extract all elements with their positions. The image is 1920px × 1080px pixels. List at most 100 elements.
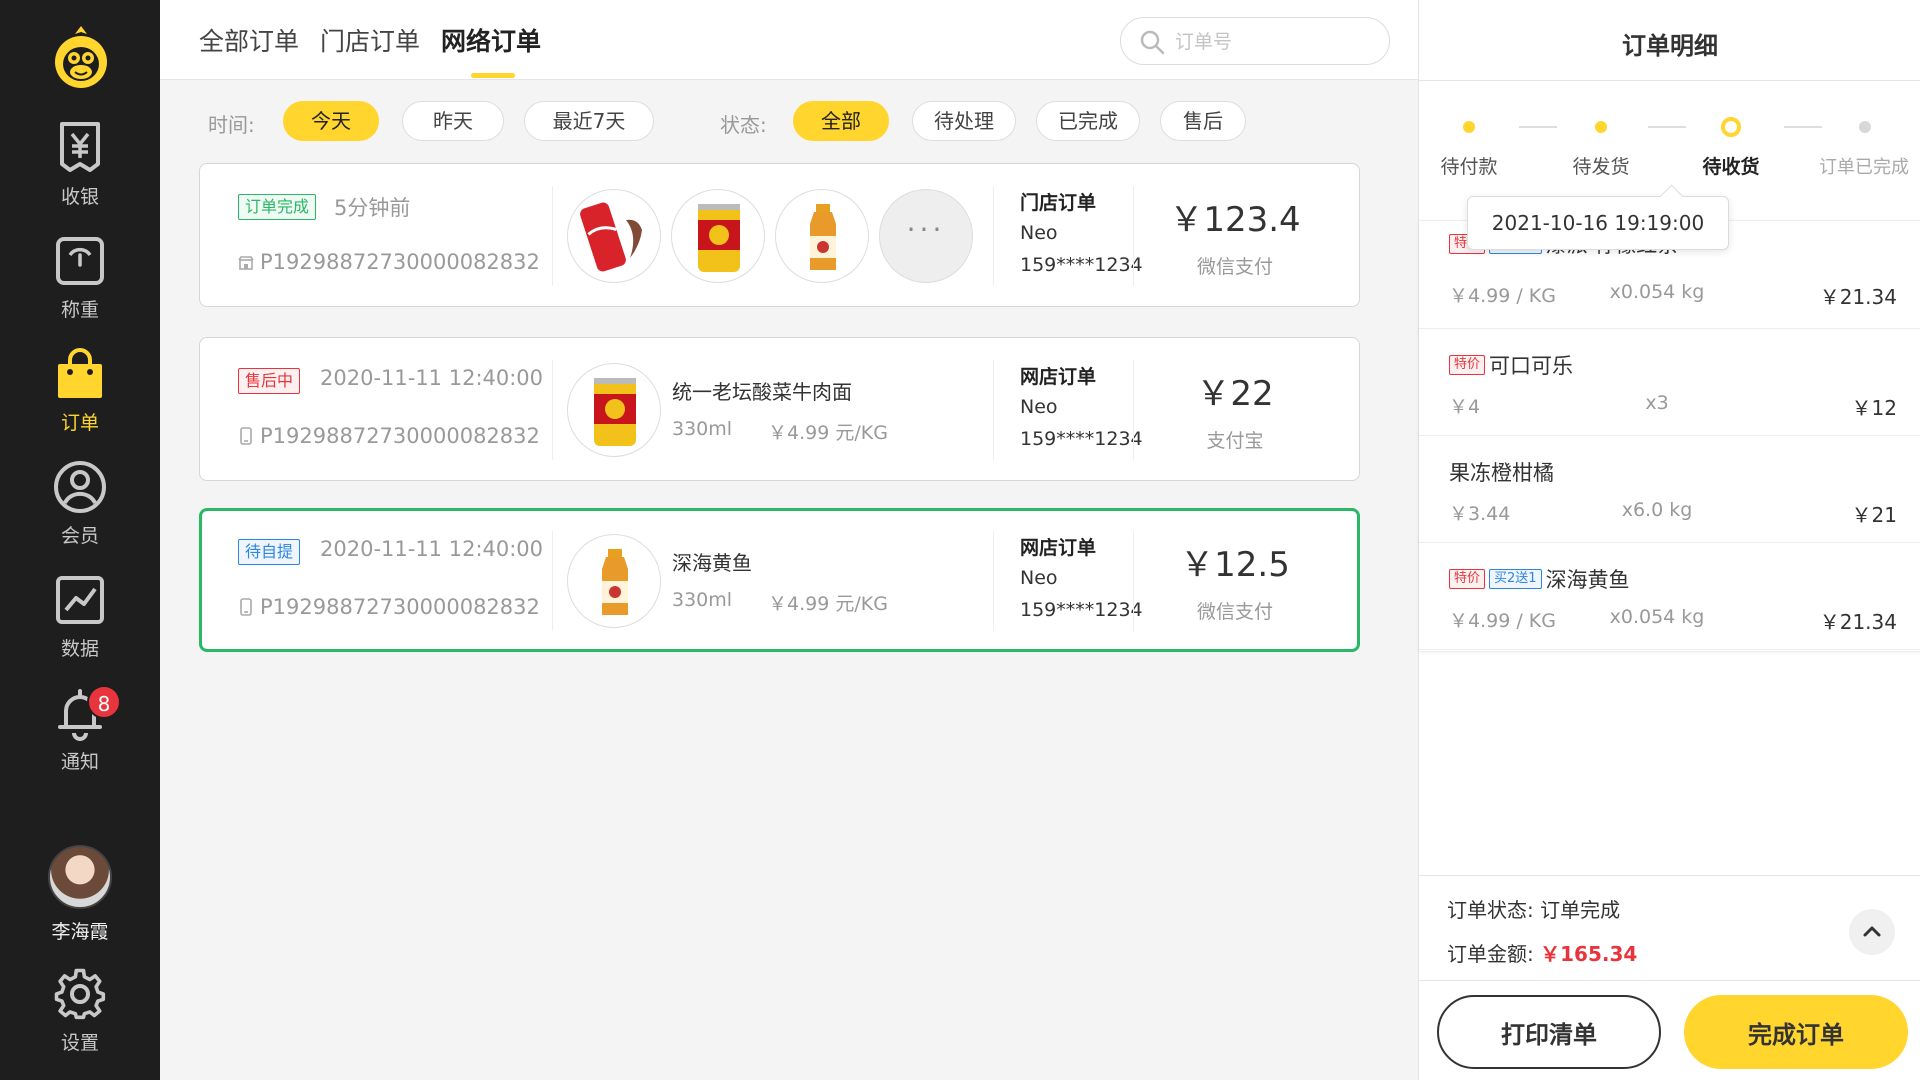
item-name: 深海黄鱼 [1545, 568, 1630, 592]
notification-badge: 8 [87, 685, 121, 719]
order-id-text: P19298872730000082832 [260, 250, 540, 274]
order-card[interactable]: 订单完成 5分钟前 P19298872730000082832 ··· 门店订单… [199, 163, 1360, 307]
order-detail-panel: 订单明细 待付款 待发货 待收货 订单已完成 2021-10-16 19:19:… [1418, 0, 1920, 1080]
product-name: 统一老坛酸菜牛肉面 [672, 380, 852, 404]
order-status-line: 订单状态: 订单完成 [1447, 894, 1620, 923]
nav-orders[interactable]: 订单 [0, 346, 160, 442]
divider [552, 531, 553, 631]
step-dot-current [1721, 117, 1741, 137]
order-status-value: 订单完成 [1540, 898, 1621, 922]
status-chip-aftersale[interactable]: 售后 [1160, 101, 1246, 141]
product-spec: 330ml [672, 589, 733, 611]
order-amount-label: 订单金额: [1447, 942, 1534, 966]
nav-cashier-label: 收银 [60, 186, 99, 208]
list-item: 果冻橙柑橘 ￥3.44 x6.0 kg ￥21 [1419, 435, 1920, 543]
customer-phone: 159****1234 [1020, 599, 1143, 621]
nav-weigh-label: 称重 [60, 299, 99, 321]
chevron-up-icon [1863, 926, 1881, 937]
collapse-button[interactable] [1849, 909, 1895, 955]
promo-tag: 买2送1 [1489, 569, 1542, 589]
nav-settings[interactable]: 设置 [0, 966, 160, 1062]
top-bar: 全部订单 门店订单 网络订单 [160, 0, 1418, 80]
tab-store-orders[interactable]: 门店订单 [320, 22, 420, 58]
tab-online-orders[interactable]: 网络订单 [441, 22, 541, 58]
user-name: 李海霞 [51, 921, 109, 943]
time-chip-yesterday[interactable]: 昨天 [402, 101, 504, 141]
nav-weigh[interactable]: 称重 [0, 233, 160, 329]
step-connector [1519, 126, 1557, 128]
step-label: 待发货 [1572, 156, 1630, 178]
store-icon [238, 256, 254, 270]
step-connector [1784, 126, 1822, 128]
print-list-button[interactable]: 打印清单 [1437, 995, 1661, 1069]
divider [993, 531, 994, 631]
step-label: 订单已完成 [1819, 157, 1909, 178]
nav-cashier[interactable]: 收银 [0, 120, 160, 216]
item-quantity: x6.0 kg [1621, 499, 1693, 521]
order-status-tag: 订单完成 [238, 194, 317, 220]
order-amount-line: 订单金额: ￥165.34 [1447, 938, 1637, 967]
order-card[interactable]: 售后中 2020-11-11 12:40:00 P192988727300000… [199, 337, 1360, 481]
order-time: 2020-11-11 12:40:00 [320, 537, 544, 561]
shopping-bag-icon [58, 348, 102, 398]
gear-icon [54, 968, 106, 1020]
step-dot-done [1595, 121, 1607, 133]
search-icon [1140, 30, 1165, 55]
nav-notifications[interactable]: 通知 8 [0, 685, 160, 781]
item-total: ￥12 [1851, 396, 1897, 420]
order-id: P19298872730000082832 [238, 595, 540, 619]
item-unit-price: ￥4.99 / KG [1449, 285, 1556, 307]
status-filter-label: 状态: [720, 113, 767, 137]
nav-data[interactable]: 数据 [0, 572, 160, 668]
promo-tag: 特价 [1449, 355, 1486, 375]
user-circle-icon [54, 461, 106, 513]
item-unit-price: ￥4 [1449, 396, 1481, 418]
product-thumb-tea [567, 534, 661, 628]
step-label-current: 待收货 [1702, 156, 1760, 178]
nav-orders-label: 订单 [60, 412, 99, 434]
search-box[interactable] [1120, 17, 1390, 65]
payment-method: 支付宝 [1206, 430, 1264, 452]
product-name: 深海黄鱼 [672, 551, 752, 575]
customer-name: Neo [1020, 222, 1058, 244]
order-status-tag: 待自提 [238, 539, 301, 565]
item-total: ￥21.34 [1819, 285, 1897, 309]
phone-icon [240, 598, 252, 616]
order-status-tag: 售后中 [238, 368, 301, 394]
status-chip-all[interactable]: 全部 [793, 101, 889, 141]
time-filter-label: 时间: [208, 113, 255, 137]
order-card-selected[interactable]: 待自提 2020-11-11 12:40:00 P192988727300000… [199, 508, 1360, 652]
promo-tag: 特价 [1449, 569, 1486, 589]
divider [1133, 186, 1134, 286]
divider [1419, 80, 1920, 81]
order-time: 2020-11-11 12:40:00 [320, 366, 544, 390]
item-name: 果冻橙柑橘 [1449, 461, 1554, 485]
item-quantity: x0.054 kg [1609, 281, 1705, 303]
divider [993, 186, 994, 286]
avatar[interactable] [48, 845, 112, 909]
order-amount-value: ￥165.34 [1540, 942, 1638, 966]
time-chip-7days[interactable]: 最近7天 [524, 101, 654, 141]
tab-all-orders[interactable]: 全部订单 [199, 22, 299, 58]
customer-phone: 159****1234 [1020, 428, 1143, 450]
divider [552, 360, 553, 460]
search-input[interactable] [1175, 28, 1375, 56]
order-status-label: 订单状态: [1447, 898, 1534, 922]
complete-order-button[interactable]: 完成订单 [1684, 995, 1908, 1069]
order-items-list[interactable]: 特价买2送1漆派 柠檬红茶 ￥4.99 / KG x0.054 kg ￥21.3… [1419, 220, 1920, 652]
nav-members[interactable]: 会员 [0, 459, 160, 555]
status-chip-done[interactable]: 已完成 [1036, 101, 1140, 141]
status-chip-pending[interactable]: 待处理 [912, 101, 1016, 141]
active-tab-indicator [471, 73, 515, 78]
time-chip-today[interactable]: 今天 [283, 101, 379, 141]
step-dot-pending [1859, 121, 1871, 133]
product-unit-price: ￥4.99 元/KG [768, 593, 888, 615]
more-products-button[interactable]: ··· [879, 189, 973, 283]
step-dot-done [1463, 121, 1475, 133]
order-amount: ￥123.4 [1169, 200, 1301, 240]
divider [1419, 980, 1920, 981]
order-time: 5分钟前 [334, 196, 411, 220]
order-id-text: P19298872730000082832 [260, 595, 540, 619]
product-thumb-redbull [671, 189, 765, 283]
yen-receipt-icon [60, 122, 100, 172]
